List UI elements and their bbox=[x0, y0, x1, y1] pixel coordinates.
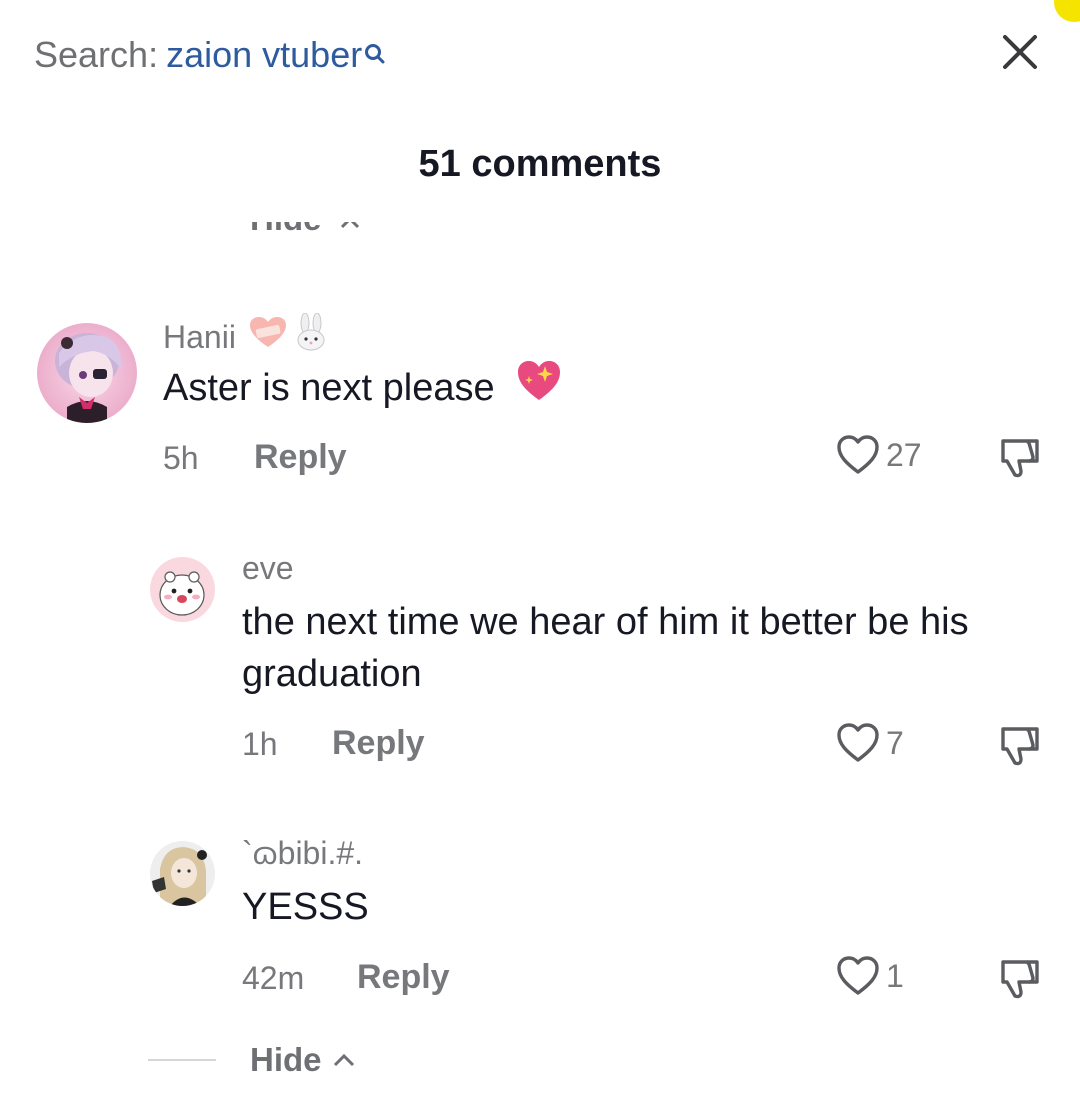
yellow-corner-accent bbox=[1054, 0, 1080, 22]
thumbs-down-icon bbox=[1001, 960, 1039, 999]
search-prefix: Search: bbox=[34, 34, 159, 75]
search-icon bbox=[363, 33, 387, 64]
thumbs-down-icon bbox=[1001, 727, 1039, 766]
chevron-up-icon bbox=[333, 1053, 354, 1067]
reply-button[interactable]: Reply bbox=[357, 957, 450, 997]
hide-replies-link[interactable]: Hide bbox=[148, 1040, 356, 1080]
like-button[interactable]: 1 bbox=[836, 955, 904, 997]
dislike-button[interactable] bbox=[995, 721, 1043, 774]
hide-label-clipped: Hide bbox=[250, 222, 322, 237]
comment-text: the next time we hear of him it better b… bbox=[242, 601, 969, 695]
comments-count-title: 51 comments bbox=[418, 143, 662, 185]
close-button[interactable] bbox=[996, 28, 1044, 76]
heart-outline-icon bbox=[837, 723, 879, 762]
search-query[interactable]: zaion vtuber bbox=[166, 33, 362, 77]
dislike-button[interactable] bbox=[995, 433, 1043, 486]
hide-label: Hide bbox=[250, 1041, 322, 1078]
like-count: 7 bbox=[886, 724, 904, 761]
comment-text: Aster is next please bbox=[163, 360, 943, 416]
like-count: 27 bbox=[886, 436, 922, 473]
reply-button[interactable]: Reply bbox=[254, 437, 347, 477]
avatar-hanii[interactable] bbox=[37, 323, 137, 423]
like-count: 1 bbox=[886, 957, 904, 994]
avatar-bibi[interactable] bbox=[150, 841, 215, 906]
comments-panel: Search: zaion vtuber 51 comments Hide bbox=[0, 0, 1080, 1099]
heart-outline-icon bbox=[837, 956, 879, 995]
dislike-button[interactable] bbox=[995, 954, 1043, 1007]
avatar-eve[interactable] bbox=[150, 557, 215, 622]
heart-outline-icon bbox=[837, 435, 879, 474]
divider-line bbox=[148, 1059, 216, 1061]
sparkling-heart-emoji bbox=[515, 358, 563, 416]
bandaged-heart-emoji bbox=[248, 315, 288, 358]
comment-username[interactable]: `ɷbibi.#. bbox=[242, 833, 363, 873]
chevron-up-icon bbox=[340, 222, 359, 229]
comment-time: 1h bbox=[242, 726, 278, 762]
reply-button[interactable]: Reply bbox=[332, 723, 425, 763]
rabbit-emoji bbox=[294, 312, 328, 360]
search-header[interactable]: Search: zaion vtuber bbox=[34, 33, 387, 77]
comment-username[interactable]: eve bbox=[242, 548, 294, 588]
comment-time: 5h bbox=[163, 440, 199, 476]
close-icon bbox=[1003, 35, 1037, 69]
like-button[interactable]: 7 bbox=[836, 722, 904, 764]
like-button[interactable]: 27 bbox=[836, 434, 922, 476]
comment-username[interactable]: Hanii bbox=[163, 312, 328, 360]
thumbs-down-icon bbox=[1001, 439, 1039, 478]
hide-replies-link-clipped[interactable]: Hide bbox=[250, 222, 450, 238]
comment-text: YESSS bbox=[242, 886, 369, 928]
comment-time: 42m bbox=[242, 960, 305, 996]
